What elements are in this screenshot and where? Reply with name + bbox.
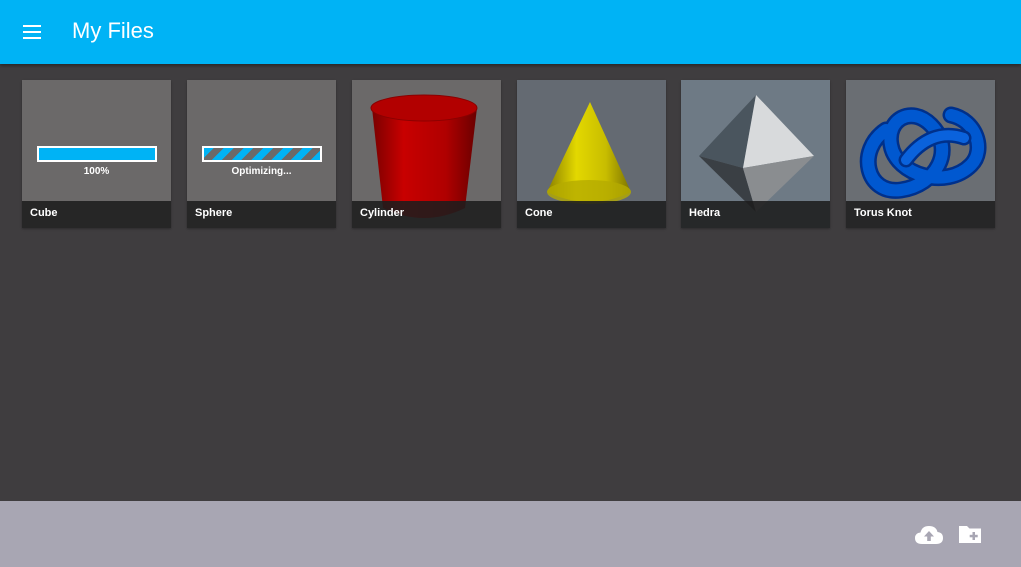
file-name: Cube <box>30 207 58 219</box>
file-name: Cylinder <box>360 207 405 219</box>
tile-label-bar: Cube <box>22 201 171 228</box>
cloud-upload-icon <box>915 526 943 544</box>
page-title: My Files <box>72 18 154 43</box>
tile-label-bar: Cone <box>517 201 666 228</box>
file-tile-cone[interactable]: Cone <box>517 80 666 228</box>
app-bar: My Files <box>0 0 1021 64</box>
hamburger-menu-icon <box>23 25 41 27</box>
file-name: Sphere <box>195 207 233 219</box>
file-tile-hedra[interactable]: Hedra <box>681 80 830 228</box>
file-name: Hedra <box>689 207 721 219</box>
new-folder-button[interactable] <box>957 523 987 547</box>
file-name: Torus Knot <box>854 207 912 219</box>
tile-label-bar: Cylinder <box>352 201 501 228</box>
file-tile-sphere[interactable]: Optimizing... Sphere <box>187 80 336 228</box>
upload-button[interactable] <box>914 523 944 547</box>
menu-button[interactable] <box>16 20 48 44</box>
file-tile-cube[interactable]: 100% Cube <box>22 80 171 228</box>
progress-percent: 100% <box>83 166 110 177</box>
optimizing-status: Optimizing... <box>231 166 292 177</box>
bottom-action-bar <box>0 501 1021 567</box>
tile-label-bar: Hedra <box>681 201 830 228</box>
upload-progress-bar <box>37 146 157 162</box>
tile-label-bar: Sphere <box>187 201 336 228</box>
file-tile-cylinder[interactable]: Cylinder <box>352 80 501 228</box>
new-folder-icon <box>959 526 981 543</box>
file-name: Cone <box>525 207 553 219</box>
tile-label-bar: Torus Knot <box>846 201 995 228</box>
optimizing-progress-bar <box>202 146 322 162</box>
file-tile-torus-knot[interactable]: Torus Knot <box>846 80 995 228</box>
